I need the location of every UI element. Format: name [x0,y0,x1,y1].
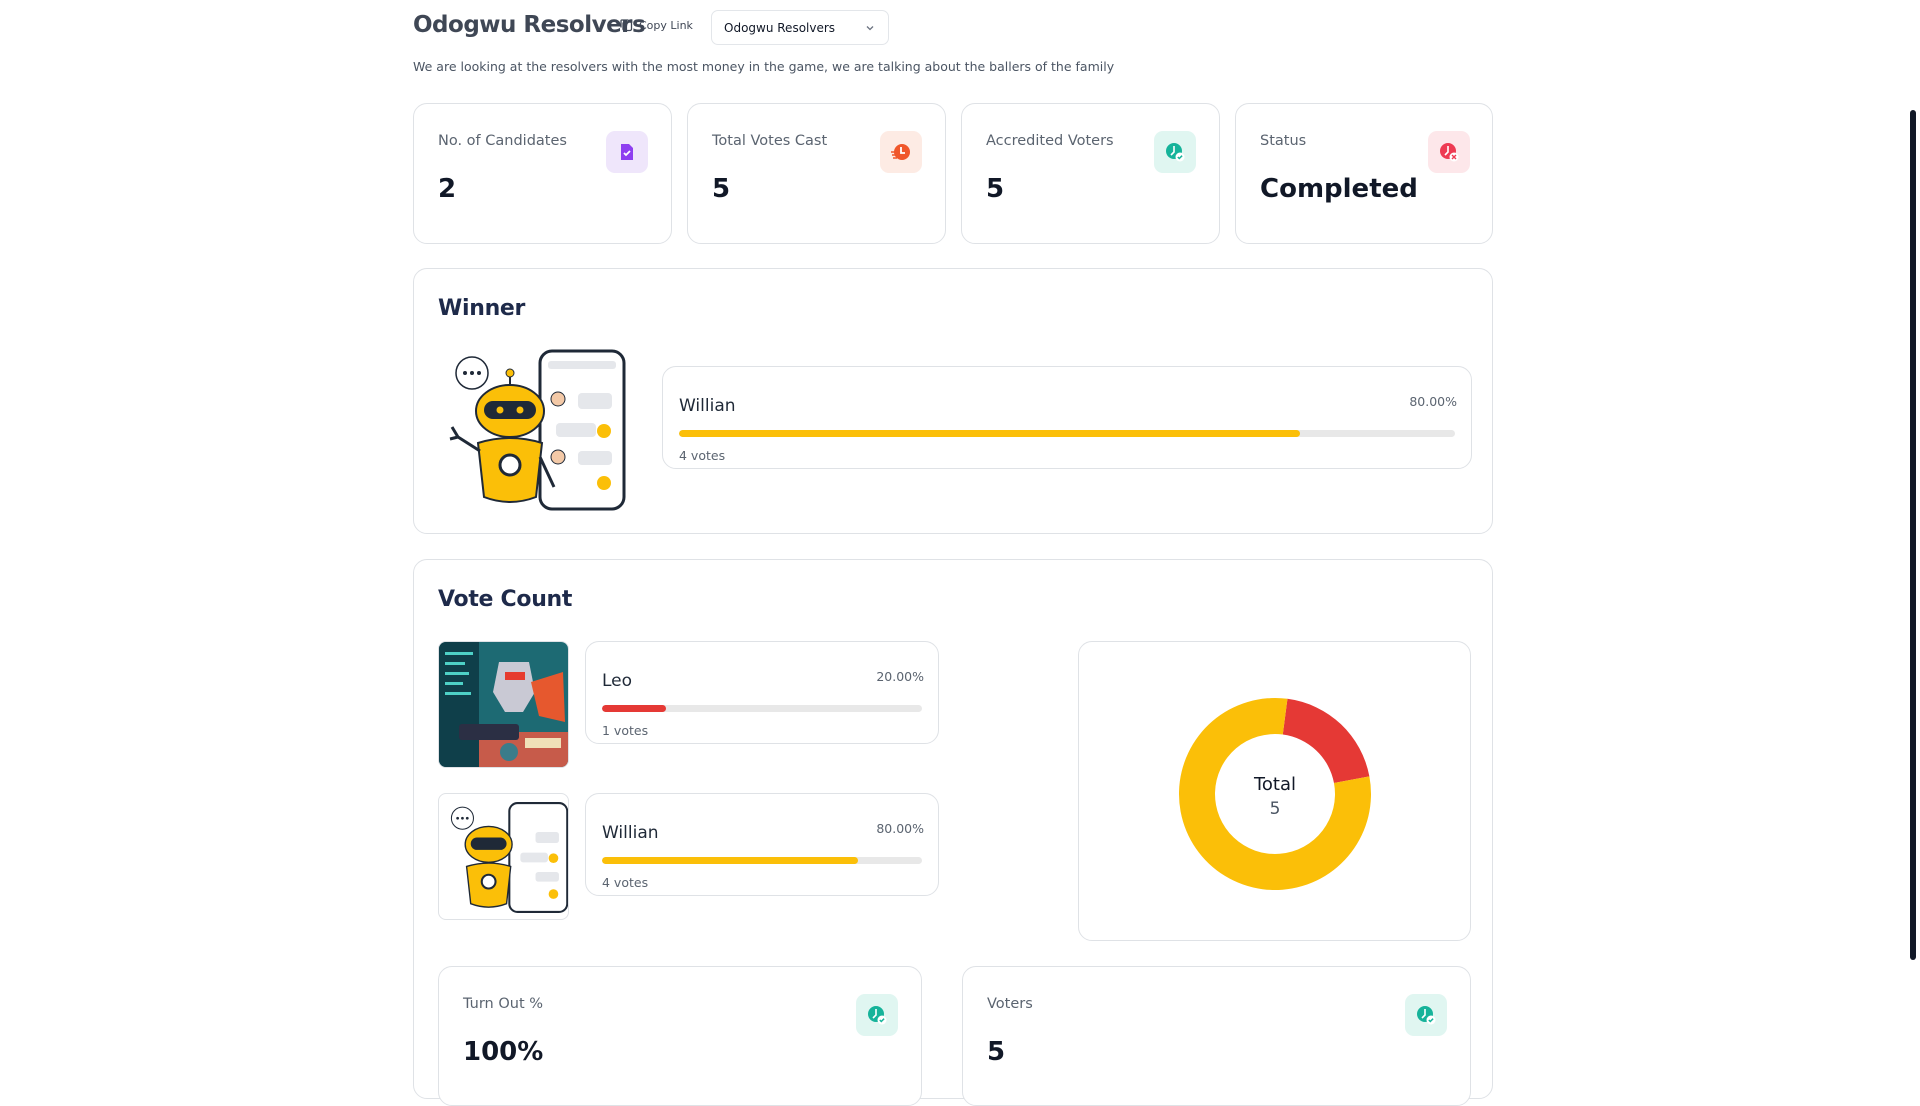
stat-card-accredited: Accredited Voters 5 [961,103,1220,244]
accredited-icon [1405,994,1447,1036]
vote-progress-fill [679,430,1300,437]
candidate-votes: 1 votes [602,723,649,738]
stat-label: No. of Candidates [438,133,567,149]
stat-label: Total Votes Cast [712,133,828,149]
winner-section: Winner Willian 80.00% 4 votes [413,268,1493,534]
status-closed-icon [1428,131,1470,173]
candidate-result-card-willian: Willian 80.00% 4 votes [585,793,939,896]
election-select-value: Odogwu Resolvers [724,20,836,35]
page-description: We are looking at the resolvers with the… [413,59,1115,74]
candidate-name: Willian [602,823,659,843]
stat-value: Completed [1260,174,1418,204]
stat-value: 5 [987,1037,1006,1067]
candidate-votes: 4 votes [602,875,649,890]
stat-card-total-votes: Total Votes Cast 5 [687,103,946,244]
stat-label: Turn Out % [463,996,544,1012]
donut-center-value: 5 [1270,799,1281,819]
candidate-percent: 80.00% [1409,394,1457,409]
donut-slice-leo [1282,698,1370,784]
stat-value: 5 [986,174,1005,204]
candidate-result-card-leo: Leo 20.00% 1 votes [585,641,939,744]
candidate-name: Willian [679,396,736,416]
stat-value: 2 [438,174,457,204]
vote-progress-track [679,430,1455,437]
vote-share-chart-card: Total 5 [1078,641,1471,941]
chevron-down-icon [866,25,874,30]
winner-heading: Winner [438,296,526,321]
vote-progress-fill [602,857,858,864]
accredited-icon [856,994,898,1036]
copy-link-label: Copy Link [639,18,693,32]
stat-card-voters: Voters 5 [962,966,1471,1106]
stat-card-status: Status Completed [1235,103,1493,244]
stat-label: Status [1260,133,1307,149]
donut-center-label: Total [1253,774,1296,795]
stat-value: 5 [712,174,731,204]
stat-value: 100% [463,1037,544,1067]
vote-progress-track [602,857,922,864]
page-header: Odogwu Resolvers Copy Link Odogwu Resolv… [413,10,1493,45]
vote-share-donut-chart: Total 5 [1179,698,1371,890]
ballot-icon [880,131,922,173]
candidate-photo-leo [438,641,569,768]
vote-count-heading: Vote Count [438,587,573,612]
page-scrollbar[interactable] [1910,110,1916,960]
candidate-votes: 4 votes [679,448,726,463]
stat-label: Accredited Voters [986,133,1114,149]
stat-label: Voters [987,996,1033,1012]
election-select[interactable]: Odogwu Resolvers [711,10,889,45]
document-check-icon [606,131,648,173]
accredited-icon [1154,131,1196,173]
vote-progress-fill [602,705,666,712]
stat-card-turnout: Turn Out % 100% [438,966,922,1106]
page-title: Odogwu Resolvers [413,12,646,38]
vote-progress-track [602,705,922,712]
winner-result-card: Willian 80.00% 4 votes [662,366,1472,469]
stat-card-candidates: No. of Candidates 2 [413,103,672,244]
candidate-photo-willian [438,793,569,920]
copy-icon [620,19,633,32]
candidate-percent: 80.00% [876,821,924,836]
candidate-name: Leo [602,671,633,691]
winner-avatar [438,347,628,513]
candidate-percent: 20.00% [876,669,924,684]
copy-link-button[interactable]: Copy Link [619,18,693,32]
vote-count-section: Vote Count Leo 20.00% 1 votes Willian 80… [413,559,1493,1106]
